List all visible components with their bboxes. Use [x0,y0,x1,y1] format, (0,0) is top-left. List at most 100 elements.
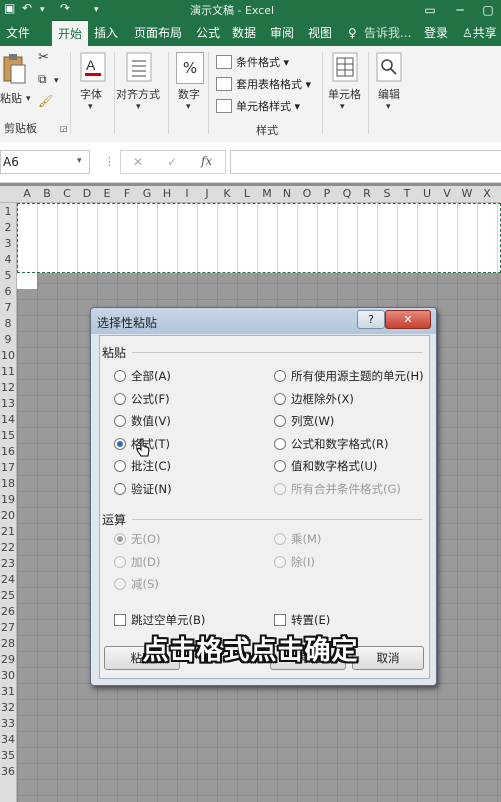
quick-access-dropdown-icon[interactable]: ▾ [94,5,99,15]
row-header[interactable]: 6 [0,285,16,298]
select-all-corner[interactable] [0,186,16,202]
column-header[interactable]: K [217,186,237,202]
column-header[interactable]: B [37,186,57,202]
dialog-title-bar[interactable]: 选择性粘贴 ? ✕ [91,308,436,334]
row-header[interactable]: 8 [0,317,16,330]
cancel-icon[interactable]: ✕ [133,155,143,169]
row-header[interactable]: 7 [0,301,16,314]
radio-option[interactable]: 验证(N) [114,481,172,497]
tab-page-layout[interactable]: 页面布局 [134,20,182,46]
row-header[interactable]: 23 [0,557,16,570]
row-header[interactable]: 35 [0,749,16,762]
format-painter-icon[interactable]: 🖌 [38,94,53,108]
maximize-icon[interactable]: ▢ [474,0,501,20]
column-header[interactable]: F [117,186,137,202]
column-header[interactable]: M [257,186,277,202]
radio-option[interactable]: 数值(V) [114,413,171,429]
row-header[interactable]: 26 [0,605,16,618]
row-header[interactable]: 25 [0,589,16,602]
formula-input[interactable] [230,150,501,174]
column-header[interactable]: D [77,186,97,202]
alignment-label[interactable]: 对齐方式 [116,86,160,102]
radio-option[interactable]: 边框除外(X) [274,391,354,407]
help-button[interactable]: ? [357,310,385,329]
column-header[interactable]: I [177,186,197,202]
column-header[interactable]: T [397,186,417,202]
tell-me-box[interactable]: 告诉我... [364,20,411,46]
tab-insert[interactable]: 插入 [94,20,118,46]
row-header[interactable]: 11 [0,365,16,378]
column-header[interactable]: W [457,186,477,202]
row-header[interactable]: 18 [0,477,16,490]
column-header[interactable]: A [17,186,37,202]
transpose-checkbox[interactable]: 转置(E) [274,612,330,628]
column-header[interactable]: U [417,186,437,202]
number-label[interactable]: 数字 [178,86,200,102]
row-header[interactable]: 30 [0,669,16,682]
table-format-button[interactable]: 套用表格格式 ▾ [216,76,311,92]
column-header[interactable]: O [297,186,317,202]
column-header[interactable]: E [97,186,117,202]
insert-function-icon[interactable]: fx [201,154,212,168]
number-dropdown-icon[interactable]: ▾ [186,102,191,112]
ribbon-display-icon[interactable]: ▭ [416,0,444,20]
tab-file[interactable]: 文件 [6,20,30,46]
cells-dropdown-icon[interactable]: ▾ [340,102,345,112]
row-header[interactable]: 4 [0,253,16,266]
minimize-icon[interactable]: ─ [446,0,474,20]
row-header[interactable]: 21 [0,525,16,538]
align-icon[interactable] [126,52,152,82]
conditional-format-button[interactable]: 条件格式 ▾ [216,54,289,70]
active-cell[interactable] [17,273,37,289]
row-header[interactable]: 20 [0,509,16,522]
column-header[interactable]: R [357,186,377,202]
column-header[interactable]: G [137,186,157,202]
edit-label[interactable]: 编辑 [378,86,400,102]
name-box-dropdown-icon[interactable]: ▾ [77,156,82,166]
tab-home[interactable]: 开始 [52,20,89,47]
row-header[interactable]: 19 [0,493,16,506]
row-header[interactable]: 1 [0,205,16,218]
radio-option[interactable]: 值和数字格式(U) [274,458,377,474]
enter-icon[interactable]: ✓ [167,155,177,169]
cells-label[interactable]: 单元格 [328,86,361,102]
share-button[interactable]: ♙共享 [462,20,497,46]
column-header[interactable]: H [157,186,177,202]
alignment-dropdown-icon[interactable]: ▾ [136,102,141,112]
edit-dropdown-icon[interactable]: ▾ [386,102,391,112]
row-header[interactable]: 9 [0,333,16,346]
paste-dropdown-icon[interactable]: ▾ [26,94,31,104]
undo-icon[interactable]: ↶ [22,1,32,15]
row-header[interactable]: 15 [0,429,16,442]
cut-icon[interactable]: ✂ [38,50,49,65]
column-header[interactable]: L [237,186,257,202]
row-header[interactable]: 13 [0,397,16,410]
column-header[interactable]: N [277,186,297,202]
skip-blanks-checkbox[interactable]: 跳过空单元(B) [114,612,205,628]
column-header[interactable]: C [57,186,77,202]
row-header[interactable]: 36 [0,765,16,778]
row-header[interactable]: 32 [0,701,16,714]
column-header[interactable]: V [437,186,457,202]
font-dropdown-icon[interactable]: ▾ [88,102,93,112]
paste-icon[interactable] [0,52,28,86]
close-button[interactable]: ✕ [385,310,431,329]
row-header[interactable]: 10 [0,349,16,362]
row-header[interactable]: 16 [0,445,16,458]
row-header[interactable]: 34 [0,733,16,746]
copy-dropdown-icon[interactable]: ▾ [54,76,59,86]
save-icon[interactable]: ▣ [4,1,15,15]
column-header[interactable]: P [317,186,337,202]
column-header[interactable]: J [197,186,217,202]
row-header[interactable]: 14 [0,413,16,426]
paste-label[interactable]: 粘贴 [0,90,22,106]
font-color-icon[interactable]: A [80,52,106,82]
percent-icon[interactable]: % [176,52,204,84]
login-link[interactable]: 登录 [424,20,448,46]
name-box[interactable]: A6 ▾ [0,150,90,174]
row-header[interactable]: 5 [0,269,16,282]
find-icon[interactable] [376,52,402,82]
tab-formulas[interactable]: 公式 [196,20,220,46]
row-header[interactable]: 12 [0,381,16,394]
cells-icon[interactable] [332,52,358,82]
